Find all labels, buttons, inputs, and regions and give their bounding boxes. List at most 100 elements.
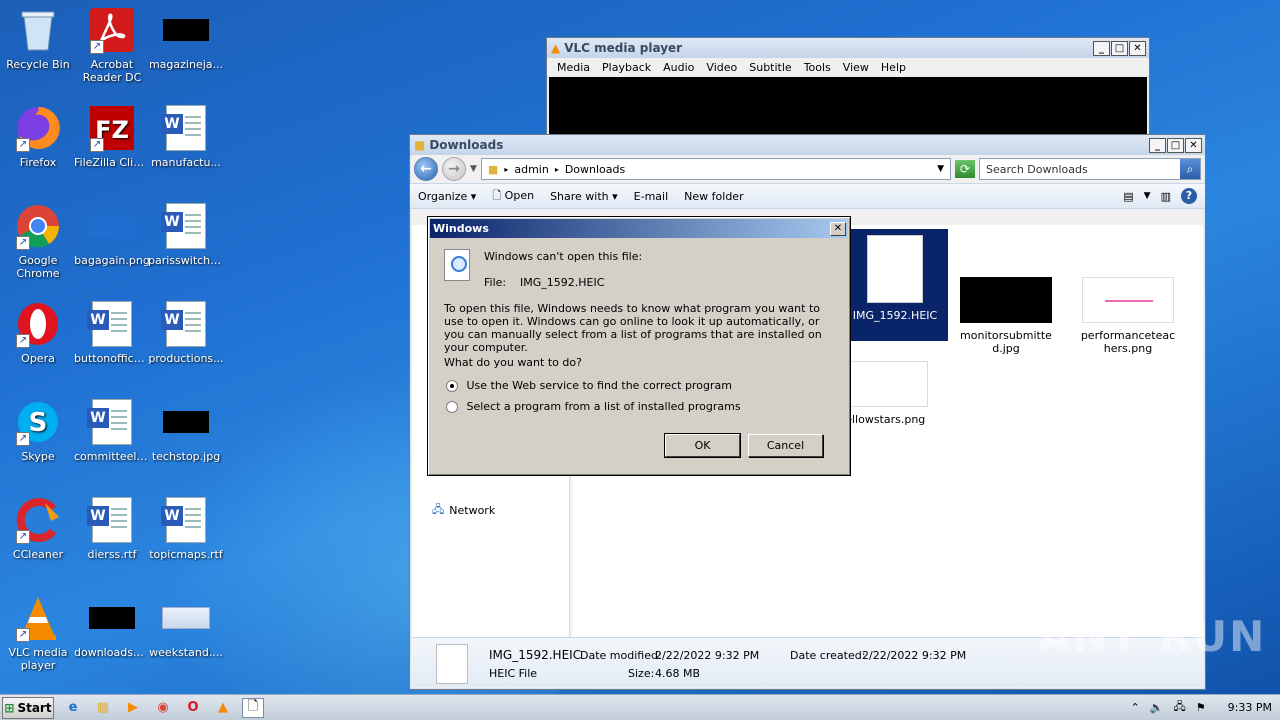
media-player-icon[interactable]: ▶ (122, 698, 144, 718)
close-button[interactable]: ✕ (1185, 137, 1202, 153)
desktop-icon-vlc[interactable]: ↗ VLC media player (0, 594, 76, 672)
vlc-menu-subtitle[interactable]: Subtitle (743, 61, 797, 74)
volume-icon[interactable]: 🔈 (1150, 701, 1164, 714)
minimize-button[interactable]: _ (1093, 40, 1110, 56)
email-button[interactable]: E-mail (634, 190, 669, 203)
refresh-icon[interactable]: ⟳ (955, 160, 975, 178)
desktop-icon-downloadse[interactable]: downloadse... (74, 594, 150, 659)
vlc-titlebar[interactable]: ▲ VLC media player _ □ ✕ (547, 38, 1149, 58)
desktop-icon-acrobat[interactable]: ↗ Acrobat Reader DC (74, 6, 150, 84)
document-taskbar-icon[interactable]: 🗋 (242, 697, 264, 718)
explorer-titlebar[interactable]: ■ Downloads _ □ ✕ (410, 135, 1205, 155)
desktop-icon-committeela[interactable]: W committeela... (74, 398, 150, 463)
share-with-button[interactable]: Share with ▾ (550, 190, 618, 203)
open-with-dialog[interactable]: Windows ✕ Windows can't open this file: … (427, 216, 851, 476)
breadcrumb-downloads[interactable]: Downloads (565, 163, 625, 176)
file-item-monitorsubmitted[interactable]: monitorsubmitted.jpg (958, 277, 1054, 355)
details-size-label: Size: (628, 667, 655, 680)
vlc-menu-help[interactable]: Help (875, 61, 912, 74)
desktop-icon-productions[interactable]: W productions... (148, 300, 224, 365)
vlc-menu-media[interactable]: Media (551, 61, 596, 74)
dialog-title: Windows (433, 222, 489, 235)
network-tray-icon[interactable]: 🖧 (1174, 698, 1186, 717)
clock[interactable]: 9:33 PM (1228, 701, 1272, 714)
close-button[interactable]: ✕ (1129, 40, 1146, 56)
desktop-icon-firefox[interactable]: ↗ Firefox (0, 104, 76, 169)
file-item-img-1592[interactable]: IMG_1592.HEIC (842, 229, 948, 341)
internet-explorer-icon[interactable]: e (62, 698, 84, 718)
preview-pane-icon[interactable]: ▥ (1161, 190, 1171, 203)
vlc-video-area[interactable] (549, 77, 1147, 136)
address-bar[interactable]: ■ ▸ admin ▸ Downloads ▼ (480, 158, 951, 180)
radio-select-program-label: Select a program from a list of installe… (466, 400, 741, 413)
desktop-icon-bagagain[interactable]: bagagain.png (74, 202, 150, 267)
organize-button[interactable]: Organize ▾ (418, 190, 476, 203)
shortcut-arrow-icon: ↗ (16, 628, 30, 642)
image-file-icon (162, 594, 210, 642)
ok-button[interactable]: OK (664, 433, 741, 458)
desktop-icon-recycle-bin[interactable]: Recycle Bin (0, 6, 76, 71)
open-button[interactable]: 🗋 Open (492, 187, 534, 206)
vlc-menu-audio[interactable]: Audio (657, 61, 700, 74)
desktop-icon-chrome[interactable]: ↗ Google Chrome (0, 202, 76, 280)
tray-expand-icon[interactable]: ⌃ (1131, 701, 1140, 714)
recent-pages-dropdown-icon[interactable]: ▼ (470, 164, 477, 174)
magnifier-document-icon (444, 249, 470, 281)
radio-selected-icon[interactable] (446, 380, 458, 392)
opera-taskbar-icon[interactable]: O (182, 698, 204, 718)
desktop-icon-buttonoffice[interactable]: W buttonoffice... (74, 300, 150, 365)
breadcrumb-admin[interactable]: admin (514, 163, 548, 176)
dialog-close-button[interactable]: ✕ (830, 221, 846, 236)
desktop-icon-label: topicmaps.rtf (149, 548, 223, 561)
word-document-icon: W (87, 496, 136, 544)
vlc-window[interactable]: ▲ VLC media player _ □ ✕ Media Playback … (546, 37, 1150, 137)
maximize-button[interactable]: □ (1167, 137, 1184, 153)
radio-unselected-icon[interactable] (446, 401, 458, 413)
desktop-icon-label: techstop.jpg (151, 450, 221, 463)
change-view-icon[interactable]: ▤ (1123, 190, 1133, 203)
breadcrumb-separator-icon[interactable]: ▸ (555, 165, 559, 174)
desktop-icon-topicmaps[interactable]: W topicmaps.rtf (148, 496, 224, 561)
maximize-button[interactable]: □ (1111, 40, 1128, 56)
help-icon[interactable]: ? (1181, 188, 1197, 204)
command-bar: Organize ▾ 🗋 Open Share with ▾ E-mail Ne… (410, 183, 1205, 209)
start-button[interactable]: ⊞ Start (2, 696, 54, 719)
desktop-icon-skype[interactable]: S ↗ Skype (0, 398, 76, 463)
dialog-titlebar[interactable]: Windows ✕ (430, 219, 848, 238)
desktop-icon-weekstand[interactable]: weekstand.... (148, 594, 224, 659)
vlc-menu-video[interactable]: Video (700, 61, 743, 74)
forward-button[interactable]: → (442, 157, 466, 181)
desktop-icon-manufactu[interactable]: W manufactu... (148, 104, 224, 169)
radio-web-service[interactable]: Use the Web service to find the correct … (446, 379, 732, 392)
search-input[interactable]: Search Downloads ⌕ (979, 158, 1201, 180)
desktop-icon-magazineja[interactable]: magazineja... (148, 6, 224, 71)
radio-select-program[interactable]: Select a program from a list of installe… (446, 400, 741, 413)
explorer-taskbar-icon[interactable]: ▦ (92, 698, 114, 718)
vlc-taskbar-icon[interactable]: ▲ (212, 698, 234, 718)
breadcrumb-separator-icon[interactable]: ▸ (504, 165, 508, 174)
vlc-menu-playback[interactable]: Playback (596, 61, 657, 74)
dialog-file-name: IMG_1592.HEIC (520, 276, 605, 289)
explorer-title: Downloads (429, 138, 504, 152)
back-button[interactable]: ← (414, 157, 438, 181)
action-center-flag-icon[interactable]: ⚑ (1196, 701, 1206, 714)
vlc-menu-tools[interactable]: Tools (798, 61, 837, 74)
desktop-icon-ccleaner[interactable]: ↗ CCleaner (0, 496, 76, 561)
desktop-icon-dierss[interactable]: W dierss.rtf (74, 496, 150, 561)
address-dropdown-icon[interactable]: ▼ (937, 164, 944, 174)
vlc-menu-view[interactable]: View (837, 61, 875, 74)
desktop-icon-label: buttonoffice... (74, 352, 150, 365)
new-folder-button[interactable]: New folder (684, 190, 743, 203)
desktop-icon-techstop[interactable]: techstop.jpg (148, 398, 224, 463)
search-icon[interactable]: ⌕ (1180, 159, 1200, 179)
file-item-performanceteachers[interactable]: performanceteachers.png (1080, 277, 1176, 355)
desktop-icon-parisswitch[interactable]: W parisswitch.rtf (148, 202, 224, 267)
minimize-button[interactable]: _ (1149, 137, 1166, 153)
cancel-button[interactable]: Cancel (748, 434, 823, 457)
view-dropdown-icon[interactable]: ▼ (1144, 191, 1151, 201)
nav-network[interactable]: 🖧 Network (432, 501, 495, 520)
chrome-taskbar-icon[interactable]: ◉ (152, 698, 174, 718)
word-document-icon: W (161, 202, 210, 250)
desktop-icon-opera[interactable]: ↗ Opera (0, 300, 76, 365)
desktop-icon-filezilla[interactable]: FZ ↗ FileZilla Client (74, 104, 150, 169)
